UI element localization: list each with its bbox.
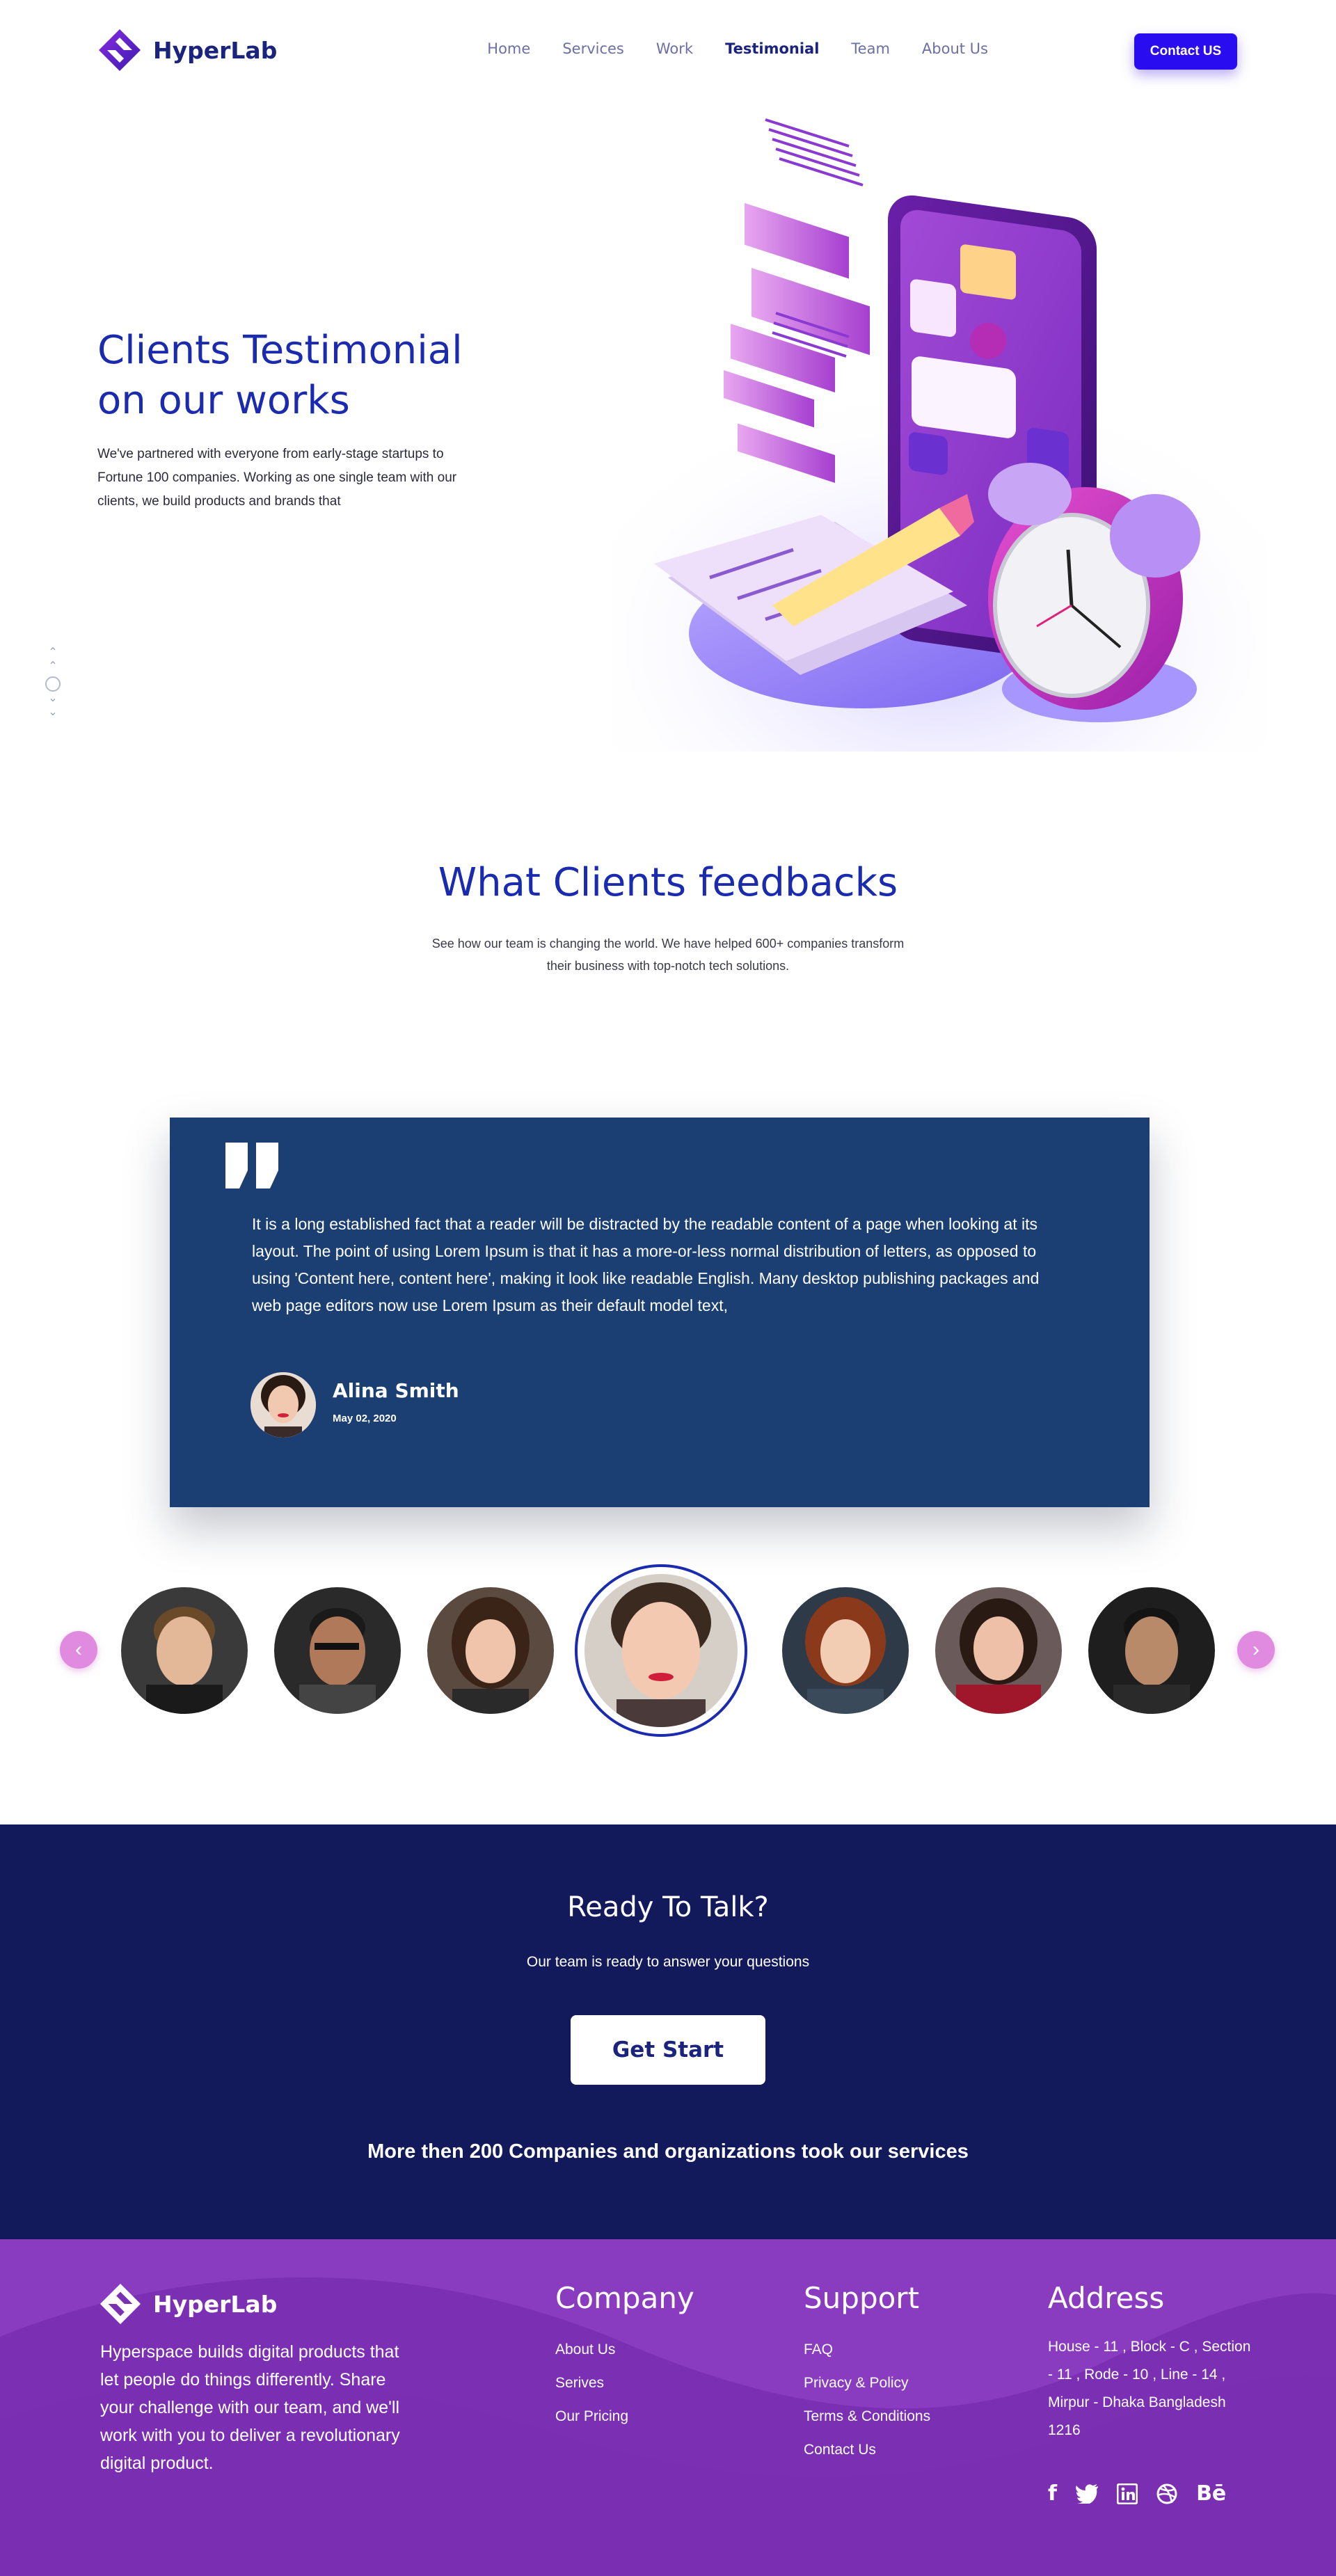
- feedback-subtitle: See how our team is changing the world. …: [431, 937, 905, 973]
- dribbble-icon[interactable]: [1156, 2483, 1178, 2505]
- client-thumb-active[interactable]: [575, 1564, 747, 1737]
- client-thumb[interactable]: [427, 1587, 554, 1714]
- footer-link-terms[interactable]: Terms & Conditions: [804, 2400, 930, 2433]
- testimonial-date: May 02, 2020: [333, 1413, 397, 1424]
- nav-services[interactable]: Services: [562, 40, 624, 57]
- chevron-left-icon: ‹: [75, 1638, 82, 1661]
- footer-company-title: Company: [555, 2281, 694, 2315]
- hero-title-line2: on our works: [97, 378, 350, 423]
- nav-work[interactable]: Work: [656, 40, 693, 57]
- footer-logo-text: HyperLab: [153, 2290, 278, 2318]
- footer-company: Company About Us Serives Our Pricing: [555, 2281, 694, 2433]
- footer-description: Hyperspace builds digital products that …: [100, 2342, 400, 2473]
- testimonial-text: It is a long established fact that a rea…: [252, 1215, 1040, 1314]
- chevron-right-icon: ›: [1252, 1638, 1259, 1661]
- cta-title: Ready To Talk?: [567, 1891, 769, 1923]
- client-carousel: ‹ ›: [0, 1552, 1336, 1747]
- nav-home[interactable]: Home: [487, 40, 530, 57]
- linkedin-icon[interactable]: [1117, 2483, 1138, 2504]
- avatar: [250, 1372, 316, 1438]
- top-navigation: HyperLab Home Services Work Testimonial …: [0, 0, 1336, 104]
- client-thumb[interactable]: [935, 1587, 1062, 1714]
- logo-icon: [99, 29, 141, 71]
- client-thumb[interactable]: [1088, 1587, 1215, 1714]
- footer-address-text: House - 11 , Block - C , Section - 11 , …: [1048, 2339, 1251, 2438]
- nav-links: Home Services Work Testimonial Team Abou…: [487, 40, 988, 57]
- footer-link-faq[interactable]: FAQ: [804, 2333, 930, 2367]
- facebook-icon[interactable]: f: [1048, 2481, 1057, 2506]
- cta-section: Ready To Talk? Our team is ready to answ…: [0, 1824, 1336, 2239]
- cta-note: More then 200 Companies and organization…: [367, 2140, 969, 2163]
- hero-title-line1: Clients Testimonial: [97, 328, 463, 373]
- logo[interactable]: HyperLab: [97, 28, 277, 72]
- nav-team[interactable]: Team: [851, 40, 890, 57]
- footer-link-pricing[interactable]: Our Pricing: [555, 2400, 694, 2433]
- footer-link-contact[interactable]: Contact Us: [804, 2433, 930, 2467]
- footer-support-title: Support: [804, 2281, 920, 2315]
- cta-subtitle: Our team is ready to answer your questio…: [526, 1954, 810, 1970]
- testimonial-author: Alina Smith: [333, 1379, 459, 1402]
- social-links: f Bē: [1048, 2481, 1226, 2506]
- chevron-down-icon: ⌄: [48, 706, 58, 718]
- twitter-icon[interactable]: [1075, 2483, 1099, 2504]
- footer-support: Support FAQ Privacy & Policy Terms & Con…: [804, 2281, 930, 2467]
- feedback-title: What Clients feedbacks: [438, 860, 898, 905]
- footer-address-title: Address: [1048, 2281, 1165, 2315]
- get-start-button[interactable]: Get Start: [571, 2015, 765, 2085]
- testimonial-card: It is a long established fact that a rea…: [170, 1118, 1150, 1507]
- footer-logo[interactable]: HyperLab: [99, 2282, 277, 2325]
- client-thumb[interactable]: [121, 1587, 248, 1714]
- hero-title: Clients Testimonial on our works: [97, 326, 584, 426]
- carousel-next-button[interactable]: ›: [1237, 1631, 1275, 1669]
- chevron-down-icon: ⌄: [48, 692, 58, 704]
- chevron-up-icon: ⌃: [48, 646, 58, 658]
- behance-icon[interactable]: Bē: [1196, 2481, 1226, 2506]
- nav-about[interactable]: About Us: [922, 40, 988, 57]
- scroll-indicator[interactable]: ⌃ ⌃ ⌄ ⌄: [45, 647, 61, 721]
- nav-testimonial[interactable]: Testimonial: [725, 40, 819, 57]
- client-thumb[interactable]: [274, 1587, 401, 1714]
- contact-button[interactable]: Contact US: [1134, 33, 1237, 70]
- logo-icon: [100, 2283, 141, 2325]
- logo-text: HyperLab: [153, 36, 278, 64]
- hero-description: We've partnered with everyone from early…: [97, 447, 457, 509]
- chevron-up-icon: ⌃: [48, 660, 58, 672]
- carousel-prev-button[interactable]: ‹: [60, 1631, 97, 1669]
- scroll-dot-icon: [45, 676, 61, 692]
- quote-icon: [225, 1143, 278, 1188]
- footer-address: Address House - 11 , Block - C , Section…: [1048, 2281, 1257, 2444]
- footer-link-services[interactable]: Serives: [555, 2367, 694, 2400]
- client-thumb[interactable]: [782, 1587, 909, 1714]
- footer-link-about[interactable]: About Us: [555, 2333, 694, 2367]
- footer: HyperLab Hyperspace builds digital produ…: [0, 2239, 1336, 2576]
- footer-link-privacy[interactable]: Privacy & Policy: [804, 2367, 930, 2400]
- hero-illustration: [612, 118, 1266, 752]
